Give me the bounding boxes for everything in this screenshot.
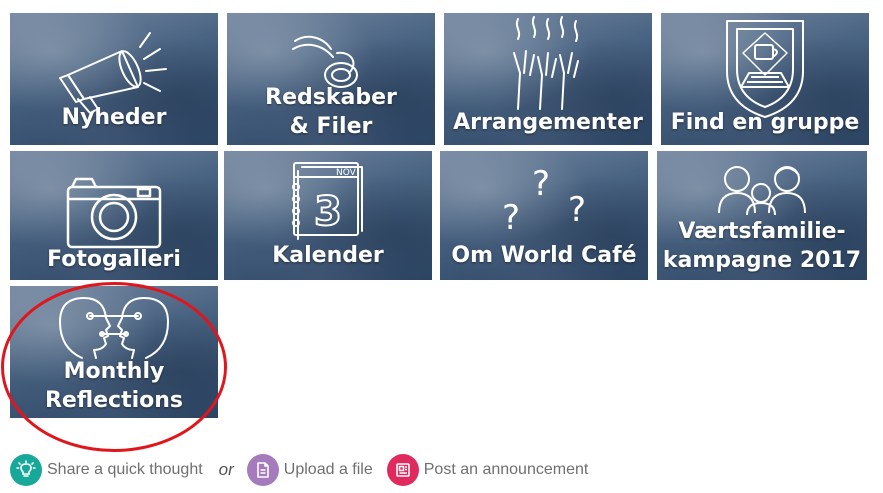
announcement-icon xyxy=(386,454,419,486)
tile-find-gruppe[interactable]: Find en gruppe xyxy=(661,13,869,145)
tile-label: Om World Café xyxy=(451,243,637,268)
tile-label: Nyheder xyxy=(61,105,167,130)
question-mark: ? xyxy=(568,190,586,230)
tile-arrangementer[interactable]: Arrangementer xyxy=(444,13,652,145)
question-mark: ? xyxy=(502,198,520,238)
tile-kalender[interactable]: NOV 3 Kalender xyxy=(224,151,432,280)
tile-label: Værtsfamilie- xyxy=(678,219,846,244)
tile-label: & Filer xyxy=(289,114,373,139)
post-actions-bar: Share a quick thought or Upload a file P… xyxy=(10,453,588,487)
lightbulb-icon xyxy=(10,454,42,486)
tile-fotogalleri[interactable]: Fotogalleri xyxy=(10,151,218,280)
question-mark: ? xyxy=(532,164,550,204)
upload-file-label: Upload a file xyxy=(283,461,373,478)
upload-file-button[interactable]: Upload a file xyxy=(246,454,373,486)
tile-label: Redskaber xyxy=(265,85,397,110)
post-announcement-label: Post an announcement xyxy=(423,461,589,478)
tile-label: kampagne 2017 xyxy=(662,248,862,273)
tile-label: Arrangementer xyxy=(453,110,643,135)
tile-monthly-reflections[interactable]: Monthly Reflections xyxy=(10,286,218,418)
calendar-month: NOV xyxy=(336,168,357,178)
share-thought-label: Share a quick thought xyxy=(47,461,203,478)
tile-redskaber[interactable]: Redskaber & Filer xyxy=(227,13,435,145)
post-announcement-button[interactable]: Post an announcement xyxy=(386,454,589,486)
tile-nyheder[interactable]: Nyheder xyxy=(10,13,218,145)
share-thought-button[interactable]: Share a quick thought xyxy=(10,454,203,486)
tile-label: Reflections xyxy=(44,388,184,413)
calendar-day: 3 xyxy=(314,189,342,235)
or-separator: or xyxy=(218,460,234,479)
file-icon xyxy=(246,454,279,486)
tile-label: Find en gruppe xyxy=(670,110,860,135)
tile-label: Fotogalleri xyxy=(47,247,181,272)
tile-label: Kalender xyxy=(272,243,384,268)
tile-label: Monthly xyxy=(63,359,165,384)
tile-om-world-cafe[interactable]: ? ? ? Om World Café xyxy=(440,151,648,280)
tile-vaertsfamilie[interactable]: Værtsfamilie- kampagne 2017 xyxy=(657,151,867,280)
